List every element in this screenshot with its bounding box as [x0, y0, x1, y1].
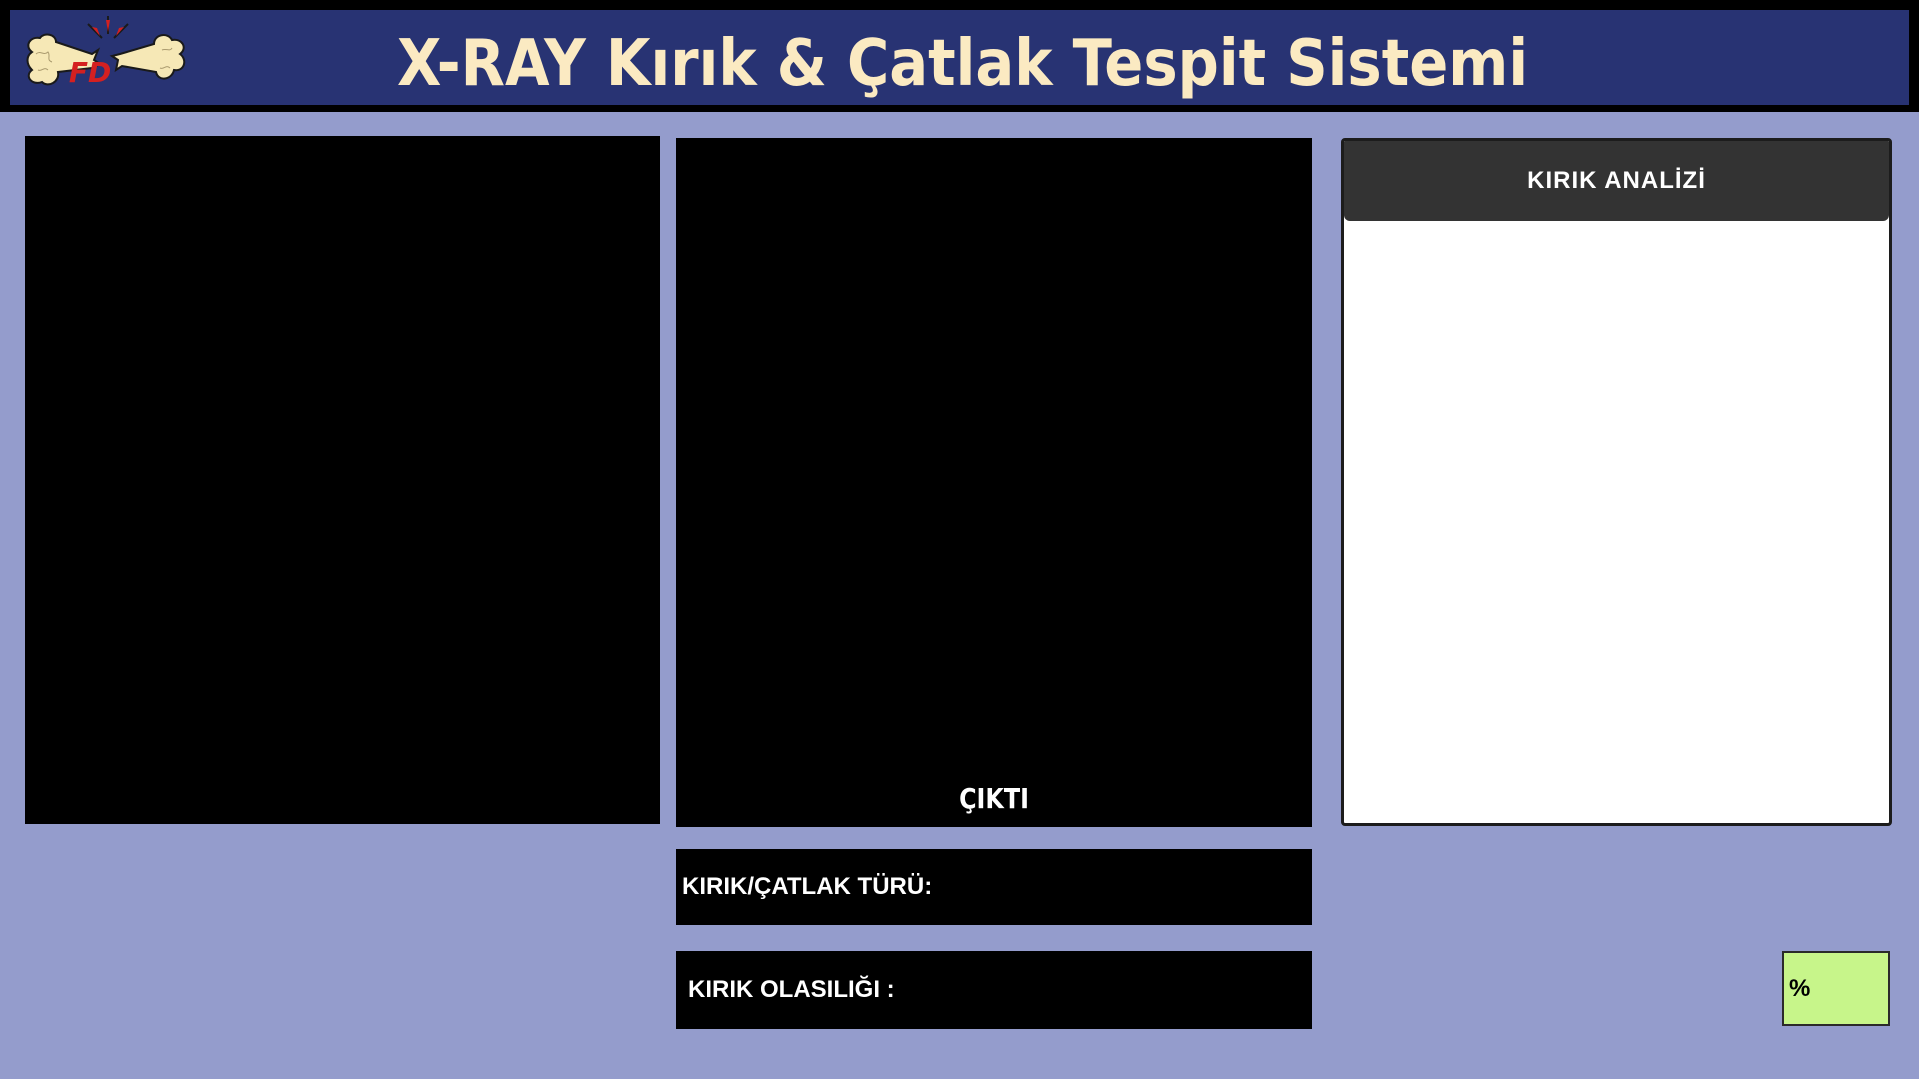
percent-sign: %: [1789, 974, 1811, 1002]
output-label: ÇIKTI: [959, 782, 1029, 815]
probability-percent-box: %: [1782, 951, 1890, 1026]
output-image-panel: ÇIKTI: [676, 138, 1312, 827]
input-image-panel[interactable]: [25, 136, 660, 824]
fracture-analysis-panel: KIRIK ANALİZİ: [1341, 138, 1892, 826]
fracture-probability-field: KIRIK OLASILIĞI :: [676, 951, 1312, 1029]
fracture-type-field: KIRIK/ÇATLAK TÜRÜ:: [676, 849, 1312, 925]
app-title: X-RAY Kırık & Çatlak Tespit Sistemi: [397, 27, 1529, 101]
fracture-probability-label: KIRIK OLASILIĞI :: [688, 976, 895, 1003]
fracture-type-label: KIRIK/ÇATLAK TÜRÜ:: [682, 873, 933, 900]
fracture-analysis-title: KIRIK ANALİZİ: [1344, 141, 1889, 221]
